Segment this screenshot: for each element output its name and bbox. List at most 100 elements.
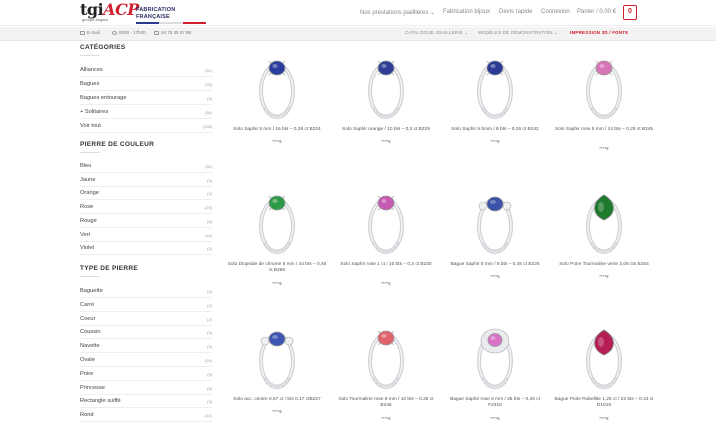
stone-type-item[interactable]: Rond (14) (80, 409, 212, 423)
category-item[interactable]: Bagues (75) (80, 78, 212, 91)
nav-fabrication[interactable]: Fabrication bijoux (443, 9, 490, 15)
product-image[interactable] (445, 180, 545, 260)
stone-type-item[interactable]: Coeur (2) (80, 313, 212, 326)
filter-label: Ovale (80, 357, 95, 363)
filter-label: Princesse (80, 384, 105, 391)
product-name[interactable]: Solo Saphir orange / 10 bts – 0,2 ct B22… (336, 127, 436, 133)
filter-count: (23) (204, 205, 212, 211)
color-filter-item[interactable]: Rose (23) (80, 201, 212, 215)
product-price: ****€ (599, 146, 609, 151)
nav-connexion[interactable]: Connexion (541, 9, 570, 15)
filter-count: (3) (207, 344, 212, 350)
nav-cart[interactable]: Panier / 0,00 € (577, 9, 616, 15)
product-image[interactable] (445, 45, 545, 125)
product-image[interactable] (554, 45, 654, 125)
cart-count-badge[interactable]: 0 (623, 5, 637, 20)
stone-type-item[interactable]: Ovale (24) (80, 354, 212, 367)
product-name[interactable]: Solo Poire Tourmaline verte 2,06 cts B25… (554, 262, 654, 268)
filter-count: (6) (207, 218, 212, 224)
color-filter-item[interactable]: Orange (4) (80, 187, 212, 201)
menu-modeles[interactable]: MODÈLES DE DÉMONSTRATION ⌄ (478, 30, 558, 36)
product-image[interactable] (554, 180, 654, 260)
stone-type-item[interactable]: Navette (3) (80, 340, 212, 354)
filter-label: Bagues (80, 81, 100, 87)
stone-type-item[interactable]: Poire (9) (80, 368, 212, 381)
filter-label: Bleu (80, 163, 92, 169)
filter-label: Bagues entourage (80, 95, 127, 101)
category-item[interactable]: Voir tout (198) (80, 120, 212, 133)
product-name[interactable]: Solo acc. centre 0,67 ct / bts 0,17 ctB2… (227, 397, 327, 403)
stone-type-item[interactable]: Princesse (6) (80, 382, 212, 395)
product-image[interactable] (227, 45, 327, 125)
product-name[interactable]: Solo Diopside de chrome 5 mm / 44 bts – … (227, 262, 327, 274)
filter-label: Navette (80, 343, 100, 350)
filter-count: (3) (207, 399, 212, 405)
product-name[interactable]: Solo Tourmaline rose 8 mm / 10 bts – 0,2… (336, 397, 436, 409)
product-name[interactable]: Solo Saphir rose 1 ct / 10 bts – 0,2 ct … (336, 262, 436, 268)
product-name[interactable]: Bague Saphir 5 mm / 6 bts – 0,45 ct B226 (445, 262, 545, 268)
product-image[interactable] (554, 315, 654, 395)
product-image[interactable] (227, 180, 327, 260)
product-image[interactable] (336, 315, 436, 395)
product-price: ****€ (490, 416, 500, 421)
phone-link[interactable]: 04 75 35 07 96 (154, 30, 191, 35)
product-price: ****€ (381, 139, 391, 144)
filter-count: (4) (207, 96, 212, 101)
filter-label: Poire (80, 370, 94, 377)
stone-type-item[interactable]: Coussin (3) (80, 326, 212, 340)
color-filter-item[interactable]: Bleu (30) (80, 160, 212, 173)
sub-bar: E-mail 8h00 - 17h30 04 75 35 07 96 CATAL… (0, 27, 716, 41)
menu-catalogue[interactable]: CATALOGUE JOAILLERIE ⌄ (405, 30, 468, 36)
product-name[interactable]: Bague Poire Rubellite 1,25 ct / 22 bts –… (554, 397, 654, 409)
nav-prestations[interactable]: Nos prestations joaillières ⌄ (360, 9, 435, 16)
color-filter-item[interactable]: Violet (2) (80, 242, 212, 256)
product-name[interactable]: Solo Saphir 5 mm / 16 bts – 0,28 ct B224 (227, 127, 327, 133)
fabrication-text: FABRICATION FRANÇAISE (136, 7, 176, 20)
stone-type-item[interactable]: Carré (2) (80, 299, 212, 312)
filter-label: Coussin (80, 329, 101, 336)
nav-devis[interactable]: Devis rapide (499, 9, 532, 15)
product-name[interactable]: Bague Saphir rose 6 mm / 36 bts – 0,46 c… (445, 397, 545, 409)
filter-label: Vert (80, 231, 91, 238)
color-filter-item[interactable]: Rouge (6) (80, 215, 212, 228)
stone-type-item[interactable]: Baguette (3) (80, 285, 212, 298)
menu-impression-3d[interactable]: IMPRESSION 3D / FONTE (570, 30, 628, 35)
hours-info: 8h00 - 17h30 (112, 30, 146, 35)
product-price: ****€ (272, 409, 282, 414)
stone-type-item[interactable]: Rectangle suiffé (3) (80, 395, 212, 409)
filter-label: Voir tout (80, 123, 101, 129)
category-item[interactable]: Alliances (91) (80, 64, 212, 77)
filter-count: (6) (207, 385, 212, 391)
clock-icon (112, 30, 117, 35)
filter-label: Jaune (80, 176, 96, 183)
product-price: ****€ (272, 281, 282, 286)
product-price: ****€ (272, 139, 282, 144)
product-image[interactable] (336, 180, 436, 260)
filter-count: (3) (207, 177, 212, 183)
category-item[interactable]: + Solitaires (36) (80, 106, 212, 119)
product-image[interactable] (227, 315, 327, 395)
product-name[interactable]: Solo Saphir 5.5mm / 8 bts – 0,26 ct B242 (445, 127, 545, 133)
divider (80, 152, 100, 153)
filter-label: Rouge (80, 217, 97, 224)
product-name[interactable]: Solo Saphir rose 5 mm / 24 bts – 0,29 ct… (554, 127, 654, 133)
filter-count: (30) (204, 164, 212, 169)
color-filter-item[interactable]: Jaune (3) (80, 174, 212, 187)
filter-count: (9) (207, 371, 212, 377)
filter-label: Rond (80, 412, 94, 419)
filter-count: (3) (207, 289, 212, 294)
email-link[interactable]: E-mail (80, 30, 100, 35)
product-image[interactable] (336, 45, 436, 125)
filter-count: (24) (204, 358, 212, 363)
logo[interactable]: tgiACP groupe bogaro (80, 2, 139, 23)
category-item[interactable]: Bagues entourage (4) (80, 92, 212, 105)
color-filter-item[interactable]: Vert (10) (80, 229, 212, 242)
product-price: ****€ (490, 274, 500, 279)
filter-label: Carré (80, 301, 95, 308)
filter-label: Violet (80, 245, 95, 252)
french-flag (136, 22, 206, 24)
filter-label: Alliances (80, 67, 103, 73)
filter-label: Coeur (80, 315, 96, 322)
product-image[interactable] (445, 315, 545, 395)
filter-count: (2) (207, 302, 212, 308)
